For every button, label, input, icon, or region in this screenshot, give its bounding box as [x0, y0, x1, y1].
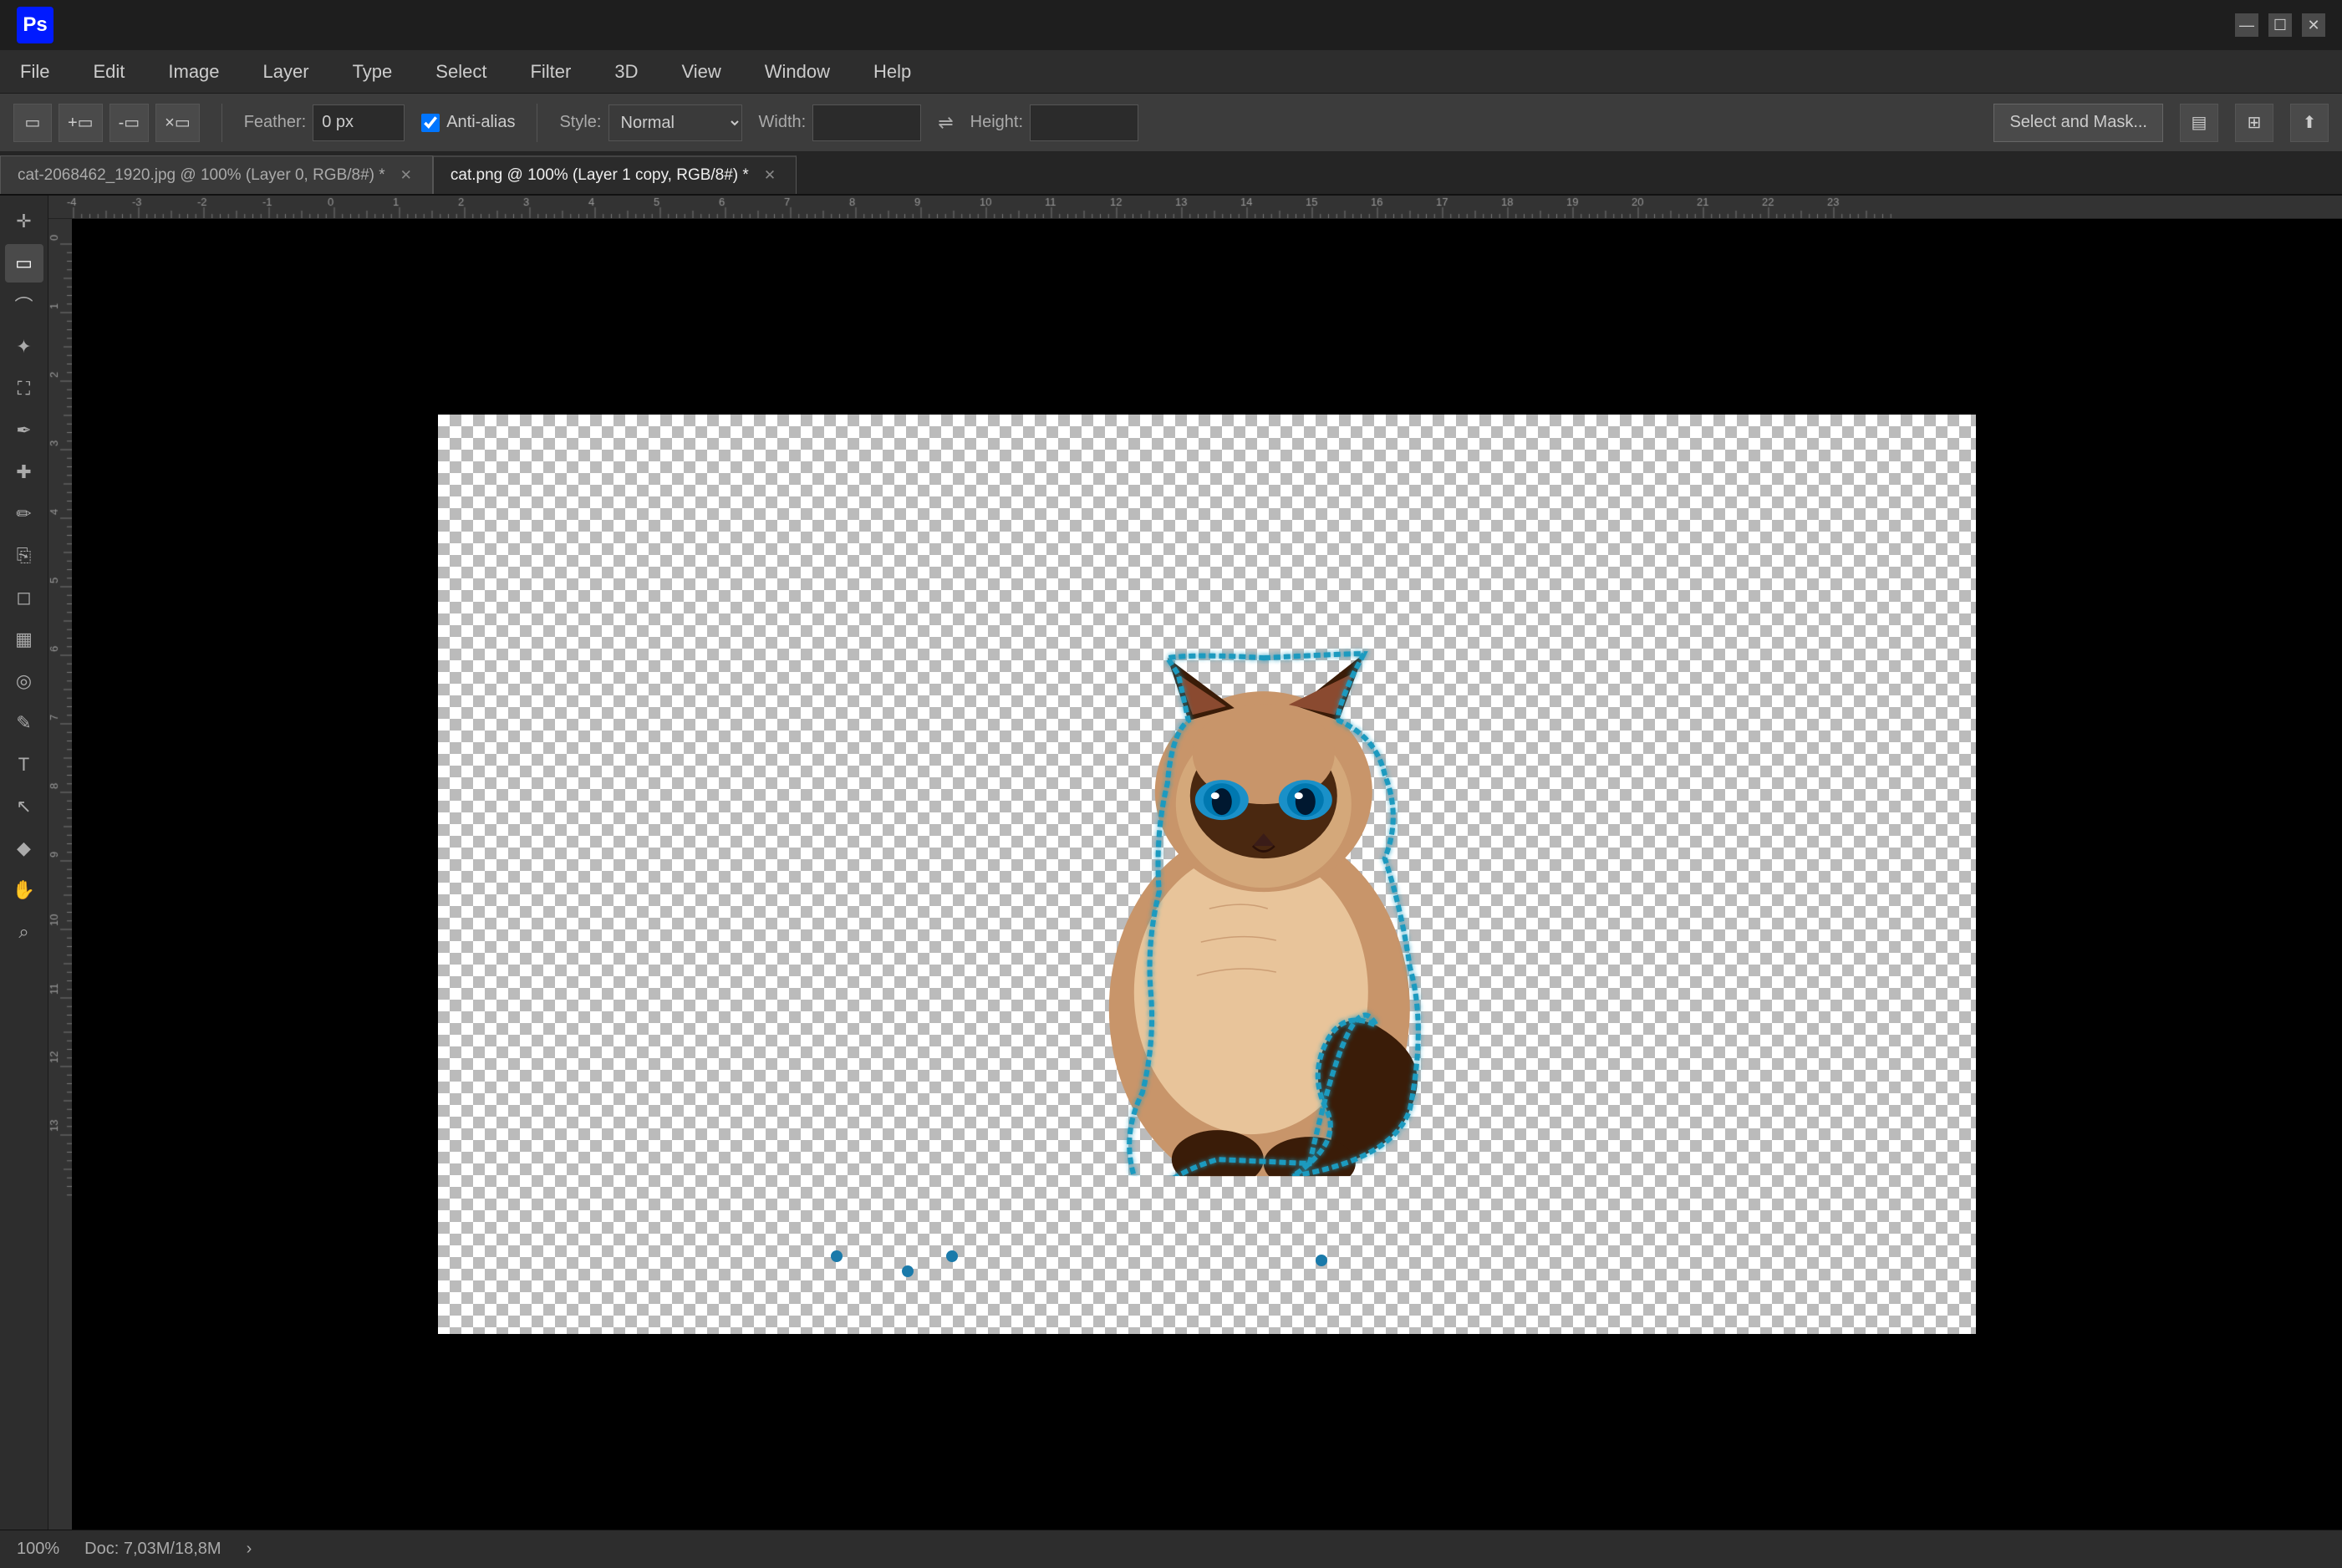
menu-help[interactable]: Help — [867, 58, 918, 86]
more-options-button[interactable]: ⊞ — [2235, 104, 2273, 142]
feather-input[interactable] — [313, 104, 405, 141]
healing-tool[interactable]: ✚ — [5, 453, 43, 491]
ruler-left-wrap — [48, 219, 2342, 1530]
antialias-text: Anti-alias — [446, 113, 515, 132]
swap-dimensions-icon[interactable]: ⇌ — [938, 112, 953, 134]
menu-view[interactable]: View — [675, 58, 727, 86]
subtract-selection-button[interactable]: -▭ — [109, 104, 150, 142]
tab-png-close[interactable]: ✕ — [761, 165, 779, 186]
width-label: Width: — [759, 113, 807, 132]
selection-handle-2 — [902, 1265, 914, 1277]
add-selection-button[interactable]: +▭ — [59, 104, 103, 142]
cat-image-container — [975, 591, 1527, 1181]
canvas-area — [48, 196, 2342, 1530]
width-group: Width: — [759, 104, 922, 141]
eraser-tool[interactable]: ◻ — [5, 578, 43, 617]
menu-filter[interactable]: Filter — [523, 58, 578, 86]
antialias-label[interactable]: Anti-alias — [421, 113, 515, 132]
stamp-tool[interactable]: ⎘ — [5, 537, 43, 575]
close-button[interactable]: ✕ — [2302, 13, 2325, 37]
path-selection-tool[interactable]: ↖ — [5, 787, 43, 826]
tab-jpg-close[interactable]: ✕ — [397, 165, 415, 186]
type-tool[interactable]: T — [5, 746, 43, 784]
selection-mode-group: ▭ +▭ -▭ ×▭ — [13, 104, 200, 142]
ruler-top — [48, 196, 2342, 219]
shapes-tool[interactable]: ◆ — [5, 829, 43, 868]
magic-wand-tool[interactable]: ✦ — [5, 328, 43, 366]
height-input[interactable] — [1030, 104, 1138, 141]
cat-image — [975, 591, 1527, 1176]
maximize-button[interactable]: ☐ — [2268, 13, 2292, 37]
tab-png-label: cat.png @ 100% (Layer 1 copy, RGB/8#) * — [451, 166, 749, 185]
brush-tool[interactable]: ✏ — [5, 495, 43, 533]
main-area: ✛ ▭ ⌒ ✦ ⛶ ✒ ✚ ✏ ⎘ ◻ ▦ ◎ ✎ T ↖ ◆ ✋ ⌕ — [0, 196, 2342, 1530]
tab-jpg[interactable]: cat-2068462_1920.jpg @ 100% (Layer 0, RG… — [0, 155, 433, 194]
doc-info: Doc: 7,03M/18,8M — [84, 1540, 221, 1559]
minimize-button[interactable]: — — [2235, 13, 2258, 37]
zoom-tool[interactable]: ⌕ — [5, 913, 43, 951]
menu-window[interactable]: Window — [758, 58, 837, 86]
toolbar-divider-1 — [221, 104, 222, 142]
crop-tool[interactable]: ⛶ — [5, 369, 43, 408]
style-group: Style: Normal Fixed Ratio Fixed Size — [559, 104, 741, 141]
menu-edit[interactable]: Edit — [86, 58, 131, 86]
style-label: Style: — [559, 113, 601, 132]
menu-select[interactable]: Select — [429, 58, 493, 86]
status-bar: 100% Doc: 7,03M/18,8M › — [0, 1530, 2342, 1568]
zoom-level: 100% — [17, 1540, 59, 1559]
menu-layer[interactable]: Layer — [257, 58, 316, 86]
menu-type[interactable]: Type — [346, 58, 400, 86]
height-label: Height: — [970, 113, 1023, 132]
ruler-left — [48, 219, 72, 1530]
height-group: Height: — [970, 104, 1138, 141]
share-button[interactable]: ⬆ — [2290, 104, 2329, 142]
feather-label: Feather: — [244, 113, 306, 132]
intersect-selection-button[interactable]: ×▭ — [155, 104, 200, 142]
select-and-mask-button[interactable]: Select and Mask... — [1993, 104, 2163, 142]
menu-image[interactable]: Image — [161, 58, 226, 86]
tab-png[interactable]: cat.png @ 100% (Layer 1 copy, RGB/8#) * … — [433, 155, 797, 194]
selection-handle-3 — [946, 1250, 958, 1262]
width-input[interactable] — [812, 104, 921, 141]
window-controls[interactable]: — ☐ ✕ — [2235, 13, 2325, 37]
marquee-tool[interactable]: ▭ — [5, 244, 43, 283]
panels-toggle-button[interactable]: ▤ — [2180, 104, 2218, 142]
new-selection-button[interactable]: ▭ — [13, 104, 52, 142]
toolbar: ▭ +▭ -▭ ×▭ Feather: Anti-alias Style: No… — [0, 94, 2342, 152]
title-bar: Ps — ☐ ✕ — [0, 0, 2342, 50]
feather-group: Feather: — [244, 104, 405, 141]
gradient-tool[interactable]: ▦ — [5, 620, 43, 659]
pen-tool[interactable]: ✎ — [5, 704, 43, 742]
blur-tool[interactable]: ◎ — [5, 662, 43, 700]
menu-bar: File Edit Image Layer Type Select Filter… — [0, 50, 2342, 94]
selection-handle-4 — [1316, 1255, 1327, 1266]
hand-tool[interactable]: ✋ — [5, 871, 43, 909]
status-arrow[interactable]: › — [247, 1540, 252, 1559]
canvas-viewport[interactable] — [72, 219, 2342, 1530]
antialias-checkbox[interactable] — [421, 114, 440, 132]
left-toolbox: ✛ ▭ ⌒ ✦ ⛶ ✒ ✚ ✏ ⎘ ◻ ▦ ◎ ✎ T ↖ ◆ ✋ ⌕ — [0, 196, 48, 1530]
eyedropper-tool[interactable]: ✒ — [5, 411, 43, 450]
tabs-bar: cat-2068462_1920.jpg @ 100% (Layer 0, RG… — [0, 152, 2342, 196]
style-select[interactable]: Normal Fixed Ratio Fixed Size — [608, 104, 742, 141]
selection-handle-1 — [831, 1250, 843, 1262]
tab-jpg-label: cat-2068462_1920.jpg @ 100% (Layer 0, RG… — [18, 166, 385, 185]
document-canvas — [438, 415, 1976, 1334]
move-tool[interactable]: ✛ — [5, 202, 43, 241]
ps-logo: Ps — [17, 7, 53, 43]
lasso-tool[interactable]: ⌒ — [5, 286, 43, 324]
menu-3d[interactable]: 3D — [608, 58, 644, 86]
menu-file[interactable]: File — [13, 58, 56, 86]
